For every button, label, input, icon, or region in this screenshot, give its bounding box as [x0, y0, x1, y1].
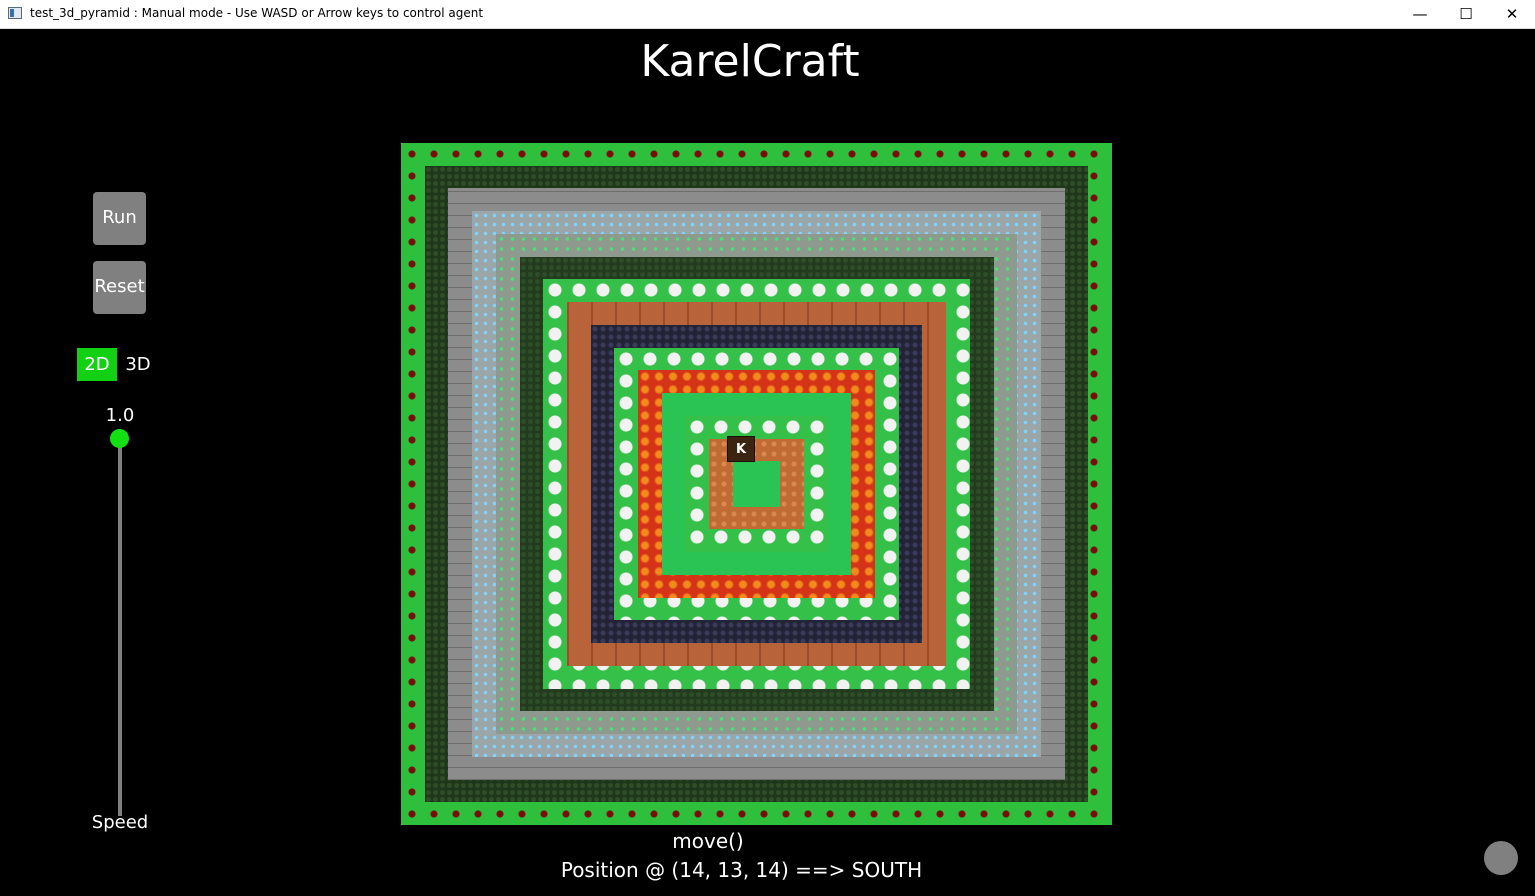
- maximize-icon[interactable]: ☐: [1443, 0, 1489, 28]
- app-title: KarelCraft: [640, 36, 860, 87]
- world-ring-grass: [732, 461, 781, 507]
- speed-value: 1.0: [105, 405, 135, 426]
- window-titlebar: test_3d_pyramid : Manual mode - Use WASD…: [0, 0, 1535, 29]
- speed-slider-thumb[interactable]: [110, 429, 129, 448]
- status-indicator-dot: [1484, 841, 1518, 875]
- view-2d-toggle[interactable]: 2D: [77, 348, 117, 381]
- close-icon[interactable]: ✕: [1489, 0, 1535, 28]
- karel-agent: K: [727, 436, 755, 462]
- app-window-icon: [8, 7, 22, 19]
- last-command: move(): [672, 829, 744, 853]
- reset-button[interactable]: Reset: [93, 261, 146, 314]
- position-status: Position @ (14, 13, 14) ==> SOUTH: [560, 858, 923, 882]
- run-button[interactable]: Run: [93, 192, 146, 245]
- world-grid: [401, 143, 1112, 825]
- window-title: test_3d_pyramid : Manual mode - Use WASD…: [30, 6, 484, 20]
- speed-slider-track[interactable]: [118, 438, 122, 816]
- minimize-icon[interactable]: —: [1397, 0, 1443, 28]
- view-3d-toggle[interactable]: 3D: [122, 348, 154, 381]
